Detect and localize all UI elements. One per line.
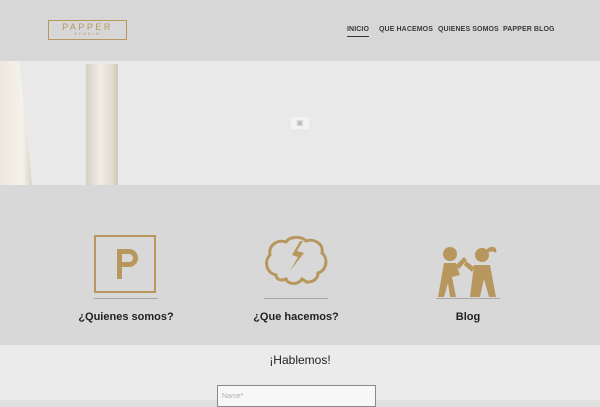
feature-title[interactable]: ¿Que hacemos? — [206, 311, 386, 323]
feature-title[interactable]: Blog — [378, 311, 558, 323]
feature-divider — [94, 298, 158, 299]
contact-section: ¡Hablemos! — [0, 345, 600, 407]
nav-item-quienes-somos[interactable]: QUIENES SOMOS — [438, 26, 499, 33]
people-talking-icon — [438, 246, 497, 297]
feature-divider — [264, 298, 328, 299]
nav-item-inicio[interactable]: INICIO — [347, 26, 369, 37]
feature-blog[interactable]: Blog — [378, 185, 558, 345]
hero-banner: ▣ — [0, 61, 600, 185]
features-section: ¿Quienes somos? ¿Que hacemos? Blog — [0, 185, 600, 345]
feature-quienes-somos[interactable]: ¿Quienes somos? — [36, 185, 216, 345]
site-header: PAPPER STUDIO INICIO QUE HACEMOS QUIENES… — [0, 0, 600, 61]
feature-que-hacemos[interactable]: ¿Que hacemos? — [206, 185, 386, 345]
letter-p-icon — [94, 235, 156, 293]
nav-item-papper-blog[interactable]: PAPPER BLOG — [503, 26, 555, 33]
brain-icon — [265, 235, 328, 285]
feature-title[interactable]: ¿Quienes somos? — [36, 311, 216, 323]
main-nav: INICIO QUE HACEMOS QUIENES SOMOS PAPPER … — [0, 26, 600, 40]
feature-divider — [436, 298, 500, 299]
name-input[interactable] — [217, 385, 376, 407]
hero-paper-image-center — [86, 64, 118, 185]
hero-paper-image-left — [0, 61, 32, 185]
image-icon[interactable]: ▣ — [291, 117, 309, 129]
nav-item-que-hacemos[interactable]: QUE HACEMOS — [379, 26, 433, 33]
contact-title: ¡Hablemos! — [269, 353, 331, 367]
